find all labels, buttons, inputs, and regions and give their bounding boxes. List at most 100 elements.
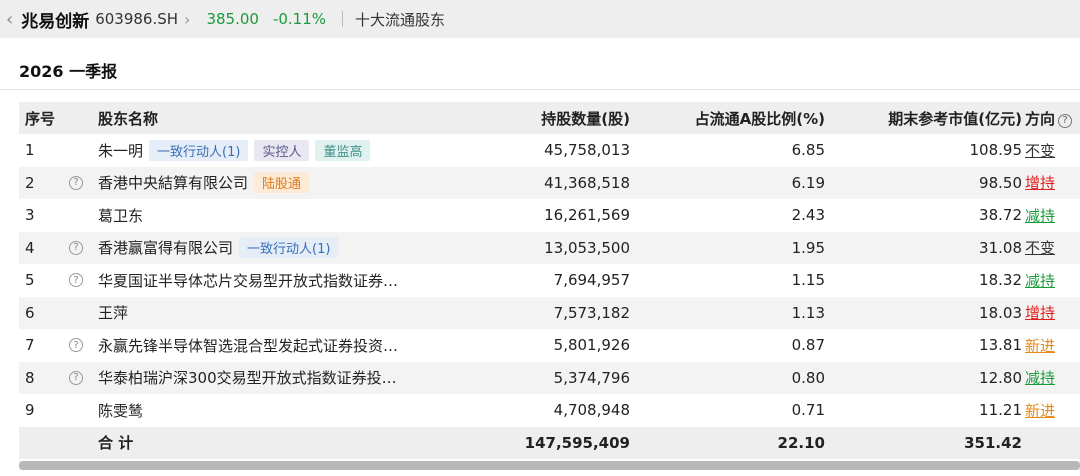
direction-link[interactable]: 减持 bbox=[1025, 367, 1055, 388]
help-icon[interactable]: ? bbox=[69, 370, 83, 385]
ratio-cell: 6.85 bbox=[791, 141, 825, 160]
direction-link[interactable]: 不变 bbox=[1025, 140, 1055, 161]
ratio-cell: 1.15 bbox=[791, 271, 825, 290]
holder-name-cell: 华夏国证半导体芯片交易型开放式指数证券… bbox=[98, 270, 398, 291]
table-row[interactable]: 4? 香港赢富得有限公司 一致行动人(1) 13,053,500 1.95 31.08 不变 bbox=[19, 231, 1080, 264]
shares-cell: 5,374,796 bbox=[553, 368, 630, 387]
holders-panel: 2026 一季报 序号 股东名称 持股数量(股) 占流通A股比例(%) 期末参考… bbox=[0, 46, 1080, 476]
direction-link[interactable]: 增持 bbox=[1025, 172, 1055, 193]
row-index: 3 bbox=[25, 206, 35, 225]
holder-name-cell: 朱一明 一致行动人(1) 实控人 董监高 bbox=[98, 139, 371, 161]
direction-link[interactable]: 不变 bbox=[1025, 237, 1055, 258]
help-icon[interactable]: ? bbox=[69, 273, 83, 287]
holder-name[interactable]: 华泰柏瑞沪深300交易型开放式指数证券投… bbox=[98, 367, 397, 388]
holder-name[interactable]: 朱一明 bbox=[98, 140, 143, 161]
table-row[interactable]: 8? 华泰柏瑞沪深300交易型开放式指数证券投… 5,374,796 0.80 12.8… bbox=[19, 361, 1080, 394]
ratio-cell: 0.71 bbox=[791, 401, 825, 420]
holder-tag[interactable]: 董监高 bbox=[315, 139, 371, 161]
report-period[interactable]: 2026 一季报 bbox=[19, 58, 117, 82]
row-index: 7 bbox=[25, 336, 35, 355]
table-row[interactable]: 7? 永赢先锋半导体智选混合型发起式证券投资… 5,801,926 0.87 13.81… bbox=[19, 329, 1080, 362]
holder-tag[interactable]: 一致行动人(1) bbox=[149, 139, 249, 161]
holder-tag[interactable]: 实控人 bbox=[254, 139, 310, 161]
row-index: 8 bbox=[25, 368, 35, 387]
holder-name-cell: 永赢先锋半导体智选混合型发起式证券投资… bbox=[98, 335, 398, 356]
value-cell: 11.21 bbox=[979, 401, 1022, 420]
section-title: 十大流通股东 bbox=[355, 10, 446, 29]
ratio-cell: 2.43 bbox=[791, 206, 825, 225]
total-ratio: 22.10 bbox=[777, 433, 825, 452]
table-row[interactable]: 9 陈雯鸶 4,708,948 0.71 11.21 新进 bbox=[19, 394, 1080, 427]
row-index: 6 bbox=[25, 303, 35, 322]
ratio-cell: 6.19 bbox=[791, 173, 825, 192]
table-row[interactable]: 2? 香港中央結算有限公司 陆股通 41,368,518 6.19 98.50 增持 bbox=[19, 166, 1080, 199]
value-cell: 13.81 bbox=[979, 336, 1022, 355]
shares-cell: 41,368,518 bbox=[544, 173, 630, 192]
chevron-left-icon[interactable]: ‹ bbox=[6, 9, 13, 30]
stock-price: 385.00 bbox=[206, 10, 259, 28]
total-shares: 147,595,409 bbox=[524, 433, 630, 452]
direction-link[interactable]: 减持 bbox=[1025, 205, 1055, 226]
holder-tag[interactable]: 陆股通 bbox=[254, 172, 310, 194]
col-ratio[interactable]: 占流通A股比例(%) bbox=[695, 108, 825, 129]
holder-name[interactable]: 葛卫东 bbox=[98, 205, 143, 226]
shares-cell: 13,053,500 bbox=[544, 238, 630, 257]
holder-name-cell: 香港赢富得有限公司 一致行动人(1) bbox=[98, 237, 339, 259]
value-cell: 108.95 bbox=[969, 141, 1023, 160]
holder-name-cell: 华泰柏瑞沪深300交易型开放式指数证券投… bbox=[98, 367, 397, 388]
scrollbar-thumb[interactable] bbox=[19, 461, 1080, 470]
holder-name[interactable]: 陈雯鸶 bbox=[98, 400, 143, 421]
table-row[interactable]: 1 朱一明 一致行动人(1) 实控人 董监高 45,758,013 6.85 108.95 不变 bbox=[19, 134, 1080, 167]
shares-cell: 7,694,957 bbox=[553, 271, 630, 290]
holder-name[interactable]: 永赢先锋半导体智选混合型发起式证券投资… bbox=[98, 335, 398, 356]
stock-name[interactable]: 兆易创新 bbox=[21, 7, 89, 32]
shares-cell: 45,758,013 bbox=[544, 141, 630, 160]
holder-name[interactable]: 香港赢富得有限公司 bbox=[98, 237, 233, 258]
value-cell: 18.03 bbox=[979, 303, 1022, 322]
row-index: 9 bbox=[25, 401, 35, 420]
divider bbox=[0, 89, 1080, 90]
holder-tag[interactable]: 一致行动人(1) bbox=[239, 237, 339, 259]
total-row: 合 计 147,595,409 22.10 351.42 bbox=[19, 426, 1080, 459]
ratio-cell: 0.87 bbox=[791, 336, 825, 355]
direction-link[interactable]: 新进 bbox=[1025, 400, 1055, 421]
question-icon[interactable]: ? bbox=[1058, 113, 1073, 128]
holders-table: 序号 股东名称 持股数量(股) 占流通A股比例(%) 期末参考市值(亿元) 方向… bbox=[19, 102, 1080, 459]
separator bbox=[342, 11, 344, 27]
chevron-right-icon[interactable]: › bbox=[184, 10, 190, 29]
ratio-cell: 1.95 bbox=[791, 238, 825, 257]
holder-name[interactable]: 香港中央結算有限公司 bbox=[98, 172, 248, 193]
holder-name-cell: 陈雯鸶 bbox=[98, 400, 143, 421]
table-row[interactable]: 6 王萍 7,573,182 1.13 18.03 增持 bbox=[19, 296, 1080, 329]
holder-name[interactable]: 王萍 bbox=[98, 302, 128, 323]
shares-cell: 16,261,569 bbox=[544, 206, 630, 225]
direction-link[interactable]: 新进 bbox=[1025, 335, 1055, 356]
col-shares[interactable]: 持股数量(股) bbox=[541, 108, 630, 129]
help-icon[interactable]: ? bbox=[69, 240, 83, 255]
value-cell: 98.50 bbox=[979, 173, 1022, 192]
total-label: 合 计 bbox=[98, 434, 134, 453]
help-icon[interactable]: ? bbox=[69, 175, 83, 190]
direction-link[interactable]: 增持 bbox=[1025, 302, 1055, 323]
value-cell: 18.32 bbox=[979, 271, 1022, 290]
value-cell: 38.72 bbox=[979, 206, 1022, 225]
horizontal-scrollbar[interactable] bbox=[19, 461, 1080, 470]
col-value[interactable]: 期末参考市值(亿元) bbox=[888, 108, 1022, 129]
total-value: 351.42 bbox=[964, 433, 1022, 452]
table-row[interactable]: 3 葛卫东 16,261,569 2.43 38.72 减持 bbox=[19, 199, 1080, 232]
holder-name[interactable]: 华夏国证半导体芯片交易型开放式指数证券… bbox=[98, 270, 398, 291]
direction-link[interactable]: 减持 bbox=[1025, 270, 1055, 291]
ratio-cell: 0.80 bbox=[791, 368, 825, 387]
value-cell: 12.80 bbox=[979, 368, 1022, 387]
col-name: 股东名称 bbox=[98, 109, 159, 128]
holder-name-cell: 王萍 bbox=[98, 302, 128, 323]
col-index: 序号 bbox=[25, 109, 56, 128]
row-index: 1 bbox=[25, 141, 35, 160]
table-row[interactable]: 5? 华夏国证半导体芯片交易型开放式指数证券… 7,694,957 1.15 18.32… bbox=[19, 264, 1080, 297]
shares-cell: 4,708,948 bbox=[553, 401, 630, 420]
ratio-cell: 1.13 bbox=[791, 303, 825, 322]
stock-change: -0.11% bbox=[272, 10, 327, 28]
stock-code[interactable]: 603986.SH bbox=[95, 10, 178, 28]
value-cell: 31.08 bbox=[979, 238, 1022, 257]
help-icon[interactable]: ? bbox=[69, 338, 83, 352]
